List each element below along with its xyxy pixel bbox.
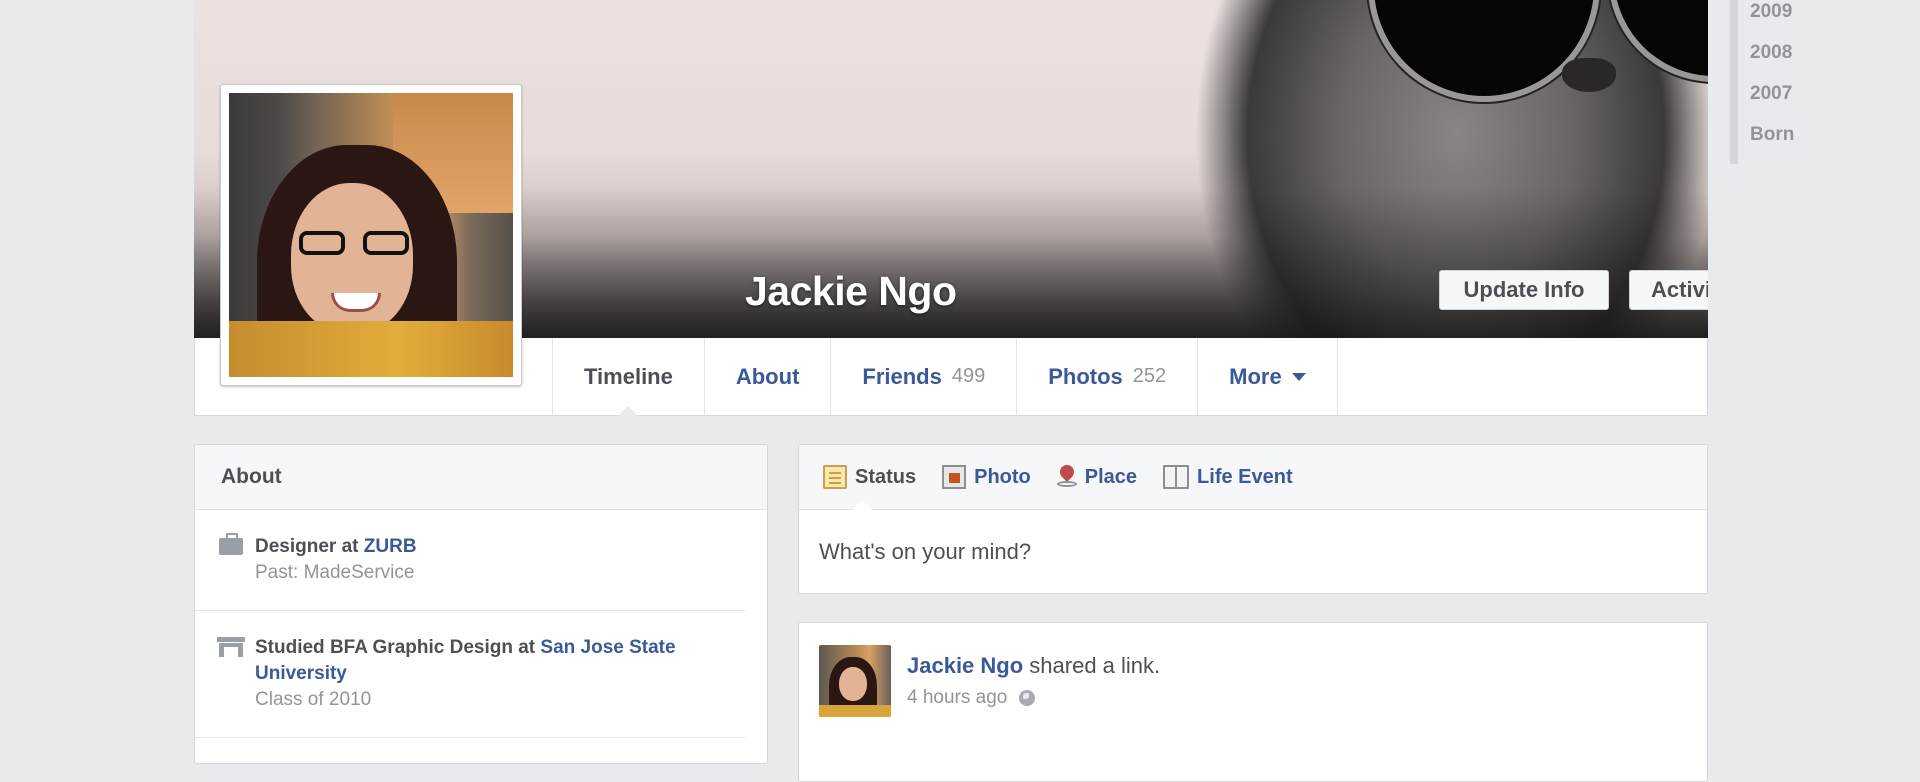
composer-tab-label: Place xyxy=(1084,465,1138,488)
work-past: Past: MadeService xyxy=(255,562,415,583)
update-info-button[interactable]: Update Info xyxy=(1439,270,1609,310)
profile-photo-image xyxy=(229,93,513,377)
composer-tab-label: Status xyxy=(855,465,917,488)
composer-tab-status[interactable]: Status xyxy=(823,465,916,489)
sunglasses-lens-right xyxy=(1608,0,1708,82)
activity-log-button[interactable]: Activity Log xyxy=(1629,270,1708,310)
tab-label: Timeline xyxy=(584,363,673,389)
tab-about[interactable]: About xyxy=(703,338,831,415)
composer-tab-label: Photo xyxy=(974,465,1031,488)
tab-label: More xyxy=(1229,363,1282,389)
education-class: Class of 2010 xyxy=(255,689,372,710)
tab-timeline[interactable]: Timeline xyxy=(552,338,704,416)
composer-tabs: Status Photo Place Life Event xyxy=(799,445,1707,510)
status-input[interactable] xyxy=(799,510,1707,594)
globe-icon[interactable] xyxy=(1019,690,1036,706)
work-company-link[interactable]: ZURB xyxy=(364,536,417,557)
status-composer: Status Photo Place Life Event xyxy=(798,444,1708,594)
tab-label: About xyxy=(735,363,800,389)
sunglasses-lens-left xyxy=(1368,0,1600,102)
cat-nose xyxy=(1562,58,1616,92)
year-link-born[interactable]: Born xyxy=(1738,123,1794,164)
year-link-2009[interactable]: 2009 xyxy=(1738,0,1794,41)
composer-tab-photo[interactable]: Photo xyxy=(942,465,1031,489)
profile-tabs: Timeline About Friends 499 Photos 252 Mo… xyxy=(552,338,1338,416)
composer-tab-life-event[interactable]: Life Event xyxy=(1163,465,1293,489)
friends-count: 499 xyxy=(951,365,986,387)
year-link-2007[interactable]: 2007 xyxy=(1738,82,1794,123)
post-timestamp[interactable]: 4 hours ago xyxy=(907,687,1007,709)
tab-photos[interactable]: Photos 252 xyxy=(1016,338,1197,415)
year-link-2008[interactable]: 2008 xyxy=(1738,41,1794,82)
tab-label: Photos xyxy=(1048,363,1123,389)
education-title: Studied BFA Graphic Design at xyxy=(255,637,541,658)
education-item: Studied BFA Graphic Design at San Jose S… xyxy=(195,611,745,738)
status-icon xyxy=(823,465,847,489)
school-icon xyxy=(217,637,245,657)
composer-tab-label: Life Event xyxy=(1197,465,1293,488)
timeline-post: Jackie Ngo shared a link. 4 hours ago xyxy=(798,622,1708,782)
tab-more[interactable]: More xyxy=(1197,338,1338,415)
map-pin-icon xyxy=(1056,465,1077,489)
active-tab-pointer xyxy=(852,500,872,510)
timeline-year-nav: 2009 2008 2007 Born xyxy=(1730,0,1794,164)
profile-name[interactable]: Jackie Ngo xyxy=(745,268,957,315)
work-item: Designer at ZURB Past: MadeService xyxy=(195,510,745,611)
briefcase-icon xyxy=(219,533,243,555)
avatar[interactable] xyxy=(819,645,891,717)
profile-picture[interactable] xyxy=(220,84,522,386)
composer-tab-place[interactable]: Place xyxy=(1056,465,1138,489)
post-meta: 4 hours ago xyxy=(907,687,1036,709)
about-card: About Designer at ZURB Past: MadeService… xyxy=(194,444,768,764)
post-action: shared a link. xyxy=(1023,653,1161,678)
post-header: Jackie Ngo shared a link. xyxy=(907,653,1160,679)
about-card-title[interactable]: About xyxy=(195,445,767,510)
chevron-down-icon xyxy=(1291,372,1306,381)
work-title: Designer at xyxy=(255,536,364,557)
tab-friends[interactable]: Friends 499 xyxy=(830,338,1016,415)
photo-icon xyxy=(942,465,967,489)
post-author-link[interactable]: Jackie Ngo xyxy=(907,653,1023,678)
tab-label: Friends xyxy=(862,363,942,389)
book-icon xyxy=(1163,465,1190,489)
photos-count: 252 xyxy=(1132,365,1167,387)
